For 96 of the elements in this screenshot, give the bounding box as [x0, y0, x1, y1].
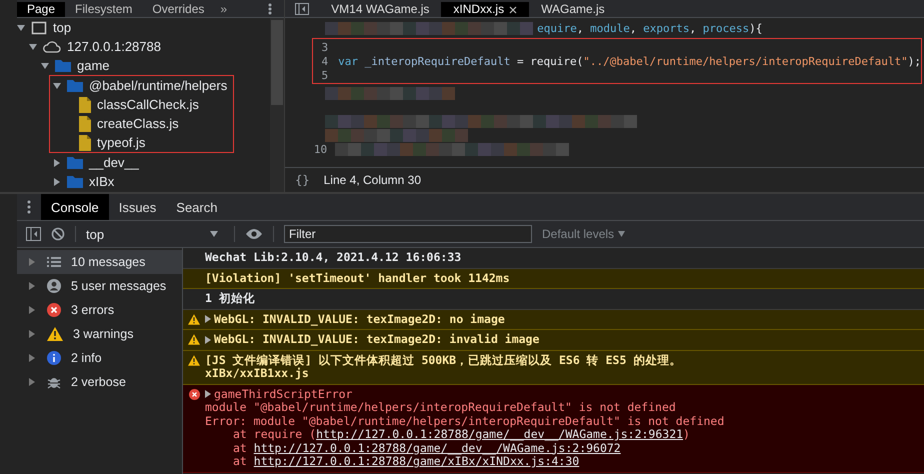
collapsed-arrow-icon[interactable]: [53, 178, 61, 186]
drawer-tab[interactable]: Console: [41, 194, 109, 220]
collapsed-arrow-icon[interactable]: [29, 330, 35, 338]
context-dropdown[interactable]: top: [86, 226, 224, 242]
expanded-arrow-icon[interactable]: [29, 42, 37, 50]
list-icon: [47, 256, 61, 268]
close-icon[interactable]: [509, 6, 518, 14]
error-icon: [188, 388, 200, 400]
panel-tab[interactable]: Filesystem: [65, 2, 142, 17]
folder-icon: [67, 156, 83, 169]
sidebar-toggle-icon[interactable]: [295, 3, 310, 15]
cursor-position: Line 4, Column 30: [324, 173, 422, 187]
eye-icon[interactable]: [245, 228, 263, 240]
message-text: [Violation] 'setTimeout' handler took 1142ms: [205, 272, 510, 285]
expand-arrow-icon[interactable]: [205, 315, 211, 324]
folder-icon: [55, 59, 71, 72]
collapsed-arrow-icon[interactable]: [53, 158, 61, 166]
tree-item[interactable]: game: [77, 58, 110, 73]
stack-frame: at http://127.0.0.1:28788/game/xIBx/xINDxx.js:4:30: [233, 455, 580, 468]
file-icon: [79, 134, 91, 150]
tree-item[interactable]: top: [53, 20, 72, 35]
tree-item[interactable]: typeof.js: [97, 135, 146, 150]
line-number: 10: [312, 142, 328, 156]
stack-frame: at http://127.0.0.1:28788/game/__dev__/WAGame.js:2:96072: [233, 442, 621, 455]
clear-console-icon[interactable]: [51, 227, 65, 241]
line-number: 5: [320, 68, 330, 82]
tree-item[interactable]: createClass.js: [97, 116, 179, 131]
message-text: gameThirdScriptError: [214, 388, 352, 401]
drawer-tab[interactable]: Issues: [108, 194, 166, 220]
message-text: xIBx/xxIB1xx.js: [205, 367, 309, 380]
file-tab[interactable]: xINDxx.js: [441, 2, 530, 17]
expanded-arrow-icon[interactable]: [41, 62, 49, 70]
code-text: var _interopRequireDefault = require("../@babel/runtime/helpers/interopRequireDefault");: [338, 54, 921, 68]
folder-icon: [67, 175, 83, 188]
error-icon: [47, 303, 61, 317]
sidebar-item[interactable]: 10 messages: [17, 250, 182, 274]
sidebar-toggle-icon[interactable]: [26, 227, 41, 241]
message-text: WebGL: INVALID_VALUE: texImage2D: no image: [214, 312, 505, 326]
message-text: 1 初始化: [205, 292, 255, 306]
panel-tab[interactable]: Page: [17, 2, 66, 17]
panel-tab[interactable]: Overrides: [142, 2, 214, 17]
stack-frame: at require (http://127.0.0.1:28788/game/__dev__/WAGame.js:2:96321): [233, 428, 690, 442]
expanded-arrow-icon[interactable]: [17, 24, 25, 32]
sidebar-item[interactable]: 2 info: [17, 346, 182, 370]
file-icon: [79, 96, 91, 112]
tree-item[interactable]: xIBx: [89, 174, 114, 189]
sidebar-item[interactable]: 3 errors: [17, 298, 182, 322]
line-number: 4: [320, 54, 330, 68]
more-tabs-button[interactable]: »: [220, 2, 228, 17]
collapsed-arrow-icon[interactable]: [29, 258, 35, 266]
warning-icon: [47, 327, 63, 341]
user-icon: [47, 279, 61, 293]
message-text: Error: module "@babel/runtime/helpers/interopRequireDefault" is not defined: [205, 414, 724, 428]
collapsed-arrow-icon[interactable]: [29, 378, 35, 386]
file-tab[interactable]: VM14 WAGame.js: [319, 2, 442, 17]
filter-field[interactable]: Filter: [284, 225, 532, 243]
levels-dropdown[interactable]: Default levels: [542, 227, 626, 241]
folder-icon: [67, 79, 83, 92]
message-text: [JS 文件编译错误] 以下文件体积超过 500KB，已跳过压缩以及 ES6 转 ES5 的处理。: [205, 354, 682, 367]
expanded-arrow-icon[interactable]: [53, 82, 61, 90]
collapsed-arrow-icon[interactable]: [29, 306, 35, 314]
cloud-icon: [43, 40, 61, 52]
source-link[interactable]: http://127.0.0.1:28788/game/__dev__/WAGame.js:2:96321: [316, 427, 684, 441]
tree-item[interactable]: @babel/runtime/helpers: [89, 78, 228, 93]
message-text: module "@babel/runtime/helpers/interopRequireDefault" is not defined: [205, 401, 676, 414]
tree-item[interactable]: 127.0.0.1:28788: [67, 39, 161, 54]
sidebar-item[interactable]: 5 user messages: [17, 274, 182, 298]
message-text: Wechat Lib:2.10.4, 2021.4.12 16:06:33: [205, 251, 462, 264]
sidebar-item[interactable]: 3 warnings: [17, 322, 182, 346]
sidebar-item[interactable]: 2 verbose: [17, 370, 182, 394]
warning-icon: [188, 354, 200, 366]
message-text: WebGL: INVALID_VALUE: texImage2D: invalid image: [214, 333, 540, 346]
code-text: equire, module, exports, process){: [537, 22, 762, 34]
file-tab[interactable]: WAGame.js: [529, 2, 617, 17]
source-link[interactable]: http://127.0.0.1:28788/game/__dev__/WAGame.js:2:96072: [254, 440, 621, 454]
file-icon: [79, 116, 91, 132]
collapsed-arrow-icon[interactable]: [29, 282, 35, 290]
frame-icon: [31, 20, 47, 34]
expand-arrow-icon[interactable]: [205, 390, 211, 398]
scrollbar[interactable]: [270, 18, 284, 192]
more-options-icon[interactable]: [268, 3, 272, 15]
collapsed-arrow-icon[interactable]: [29, 354, 35, 362]
source-link[interactable]: http://127.0.0.1:28788/game/xIBx/xINDxx.js:4:30: [254, 454, 580, 468]
drawer-tab[interactable]: Search: [166, 194, 228, 220]
more-options-icon[interactable]: [27, 200, 31, 214]
pretty-print-button[interactable]: {}: [295, 173, 310, 187]
bug-icon: [47, 375, 61, 389]
line-number: 3: [320, 40, 330, 54]
tree-item[interactable]: __dev__: [89, 155, 139, 170]
warning-icon: [188, 334, 200, 345]
dropdown-arrow-icon: [210, 231, 218, 237]
expand-arrow-icon[interactable]: [205, 336, 211, 344]
info-icon: [47, 351, 61, 365]
dropdown-arrow-icon: [618, 231, 626, 237]
warning-icon: [188, 314, 200, 324]
tree-item[interactable]: classCallCheck.js: [97, 97, 199, 112]
